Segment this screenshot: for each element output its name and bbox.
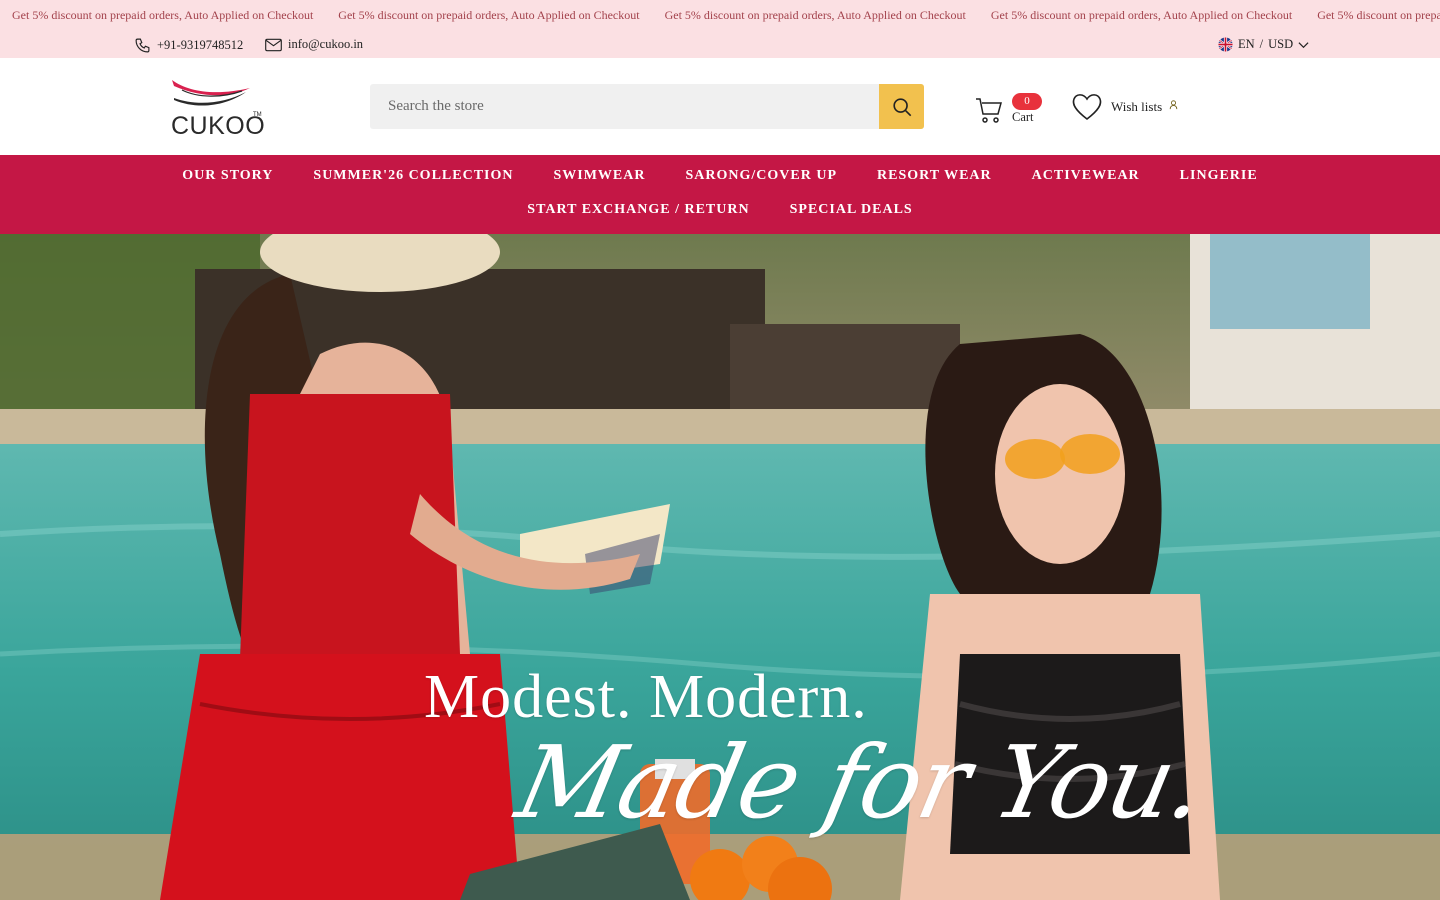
search-input[interactable] [370,84,879,129]
announcement-message: Get 5% discount on prepaid orders, Auto … [990,8,1293,22]
announcement-message: Get 5% discount on prepaid orders, Auto … [664,8,966,22]
cart-label: Cart [1012,110,1034,124]
nav-item-lingerie[interactable]: LINGERIE [1180,168,1258,184]
brand-logo[interactable]: CUKOO TM [168,76,268,140]
language-label: EN [1238,37,1255,51]
contact-bar: +91-9319748512 info@cukoo.in EN / USD [0,31,1440,58]
mail-icon [265,38,282,51]
nav-item-swimwear[interactable]: SWIMWEAR [553,168,645,184]
announcement-message: Get 5% discount on prepaid orders, Auto … [12,8,314,22]
nav-item-summer-collection[interactable]: SUMMER'26 COLLECTION [313,168,513,184]
nav-item-resort-wear[interactable]: RESORT WEAR [877,168,992,184]
announcement-messages: Get 5% discount on prepaid orders, Auto … [12,8,1440,23]
nav-row-primary: OUR STORY SUMMER'26 COLLECTION SWIMWEAR … [0,168,1440,184]
nav-item-exchange-return[interactable]: START EXCHANGE / RETURN [527,202,749,218]
search-bar [370,84,924,129]
search-button[interactable] [879,84,924,129]
cart-count-badge: 0 [1012,93,1042,110]
phone-icon [135,38,150,53]
uk-flag-icon [1218,37,1233,52]
cart-icon [976,98,1002,123]
hero-headline: Modest. Modern. [424,663,868,731]
account-icon[interactable] [1169,100,1178,110]
heart-icon [1072,94,1102,121]
email-address: info@cukoo.in [288,37,364,51]
nav-row-secondary: START EXCHANGE / RETURN SPECIAL DEALS [0,202,1440,218]
announcement-message: Get 5% discount on prepaid orders, Auto … [338,8,640,22]
brand-name: CUKOO [171,112,266,140]
nav-item-activewear[interactable]: ACTIVEWEAR [1032,168,1140,184]
nav-item-our-story[interactable]: OUR STORY [182,168,273,184]
brand-trademark: TM [253,112,262,118]
announcement-message: Get 5% discount on prepa [1317,8,1440,22]
nav-item-sarong-cover-up[interactable]: SARONG/COVER UP [686,168,838,184]
cart-button[interactable]: 0 Cart [974,93,1046,125]
wishlist-label: Wish lists [1111,99,1163,114]
phone-link[interactable]: +91-9319748512 [134,37,243,54]
hero-banner[interactable]: Modest. Modern. Made for You. [0,234,1440,900]
chevron-down-icon [1298,41,1309,48]
wishlist-link[interactable]: Wish lists [1071,92,1162,122]
logo-swoosh-icon [172,80,250,106]
currency-label: USD [1268,37,1294,51]
nav-item-special-deals[interactable]: SPECIAL DEALS [790,202,913,218]
locale-selector[interactable]: EN / USD [1218,37,1309,52]
search-icon [892,97,911,116]
announcement-bar: Get 5% discount on prepaid orders, Auto … [0,0,1440,31]
hero-tagline: Made for You. [507,724,1214,841]
phone-number: +91-9319748512 [157,38,244,52]
locale-separator: / [1259,37,1264,51]
email-link[interactable]: info@cukoo.in [265,37,363,52]
site-header: CUKOO TM 0 Cart Wish lists [0,58,1440,155]
main-navigation: OUR STORY SUMMER'26 COLLECTION SWIMWEAR … [0,155,1440,234]
